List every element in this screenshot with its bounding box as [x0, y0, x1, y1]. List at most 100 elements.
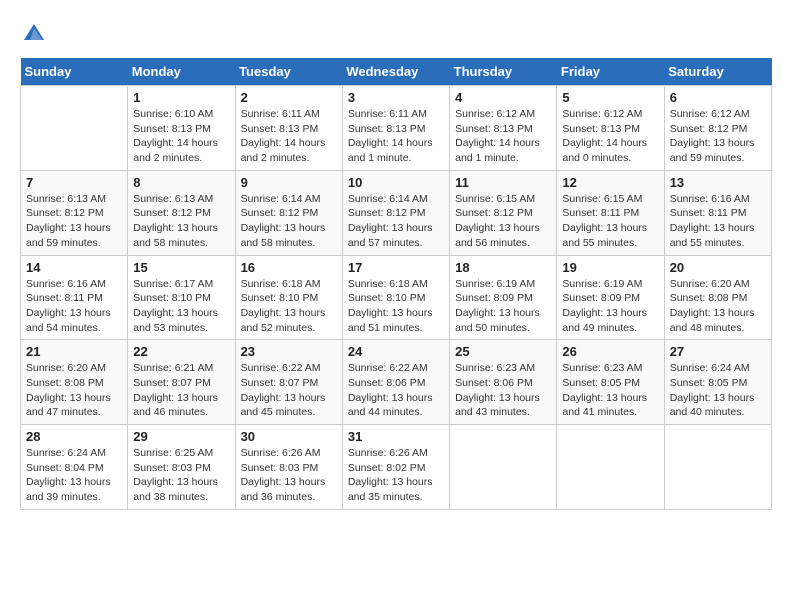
day-info: Sunrise: 6:26 AM Sunset: 8:03 PM Dayligh…	[241, 446, 337, 505]
calendar-cell: 6 Sunrise: 6:12 AM Sunset: 8:12 PM Daylig…	[664, 86, 771, 171]
calendar-header-friday: Friday	[557, 58, 664, 86]
day-number: 22	[133, 344, 229, 359]
calendar-cell: 26 Sunrise: 6:23 AM Sunset: 8:05 PM Dayli…	[557, 340, 664, 425]
day-number: 23	[241, 344, 337, 359]
day-number: 26	[562, 344, 658, 359]
calendar-cell: 17Sunrise: 6:18 AM Sunset: 8:10 PM Dayli…	[342, 255, 449, 340]
calendar-header-sunday: Sunday	[21, 58, 128, 86]
day-number: 1	[133, 90, 229, 105]
day-info: Sunrise: 6:11 AM Sunset: 8:13 PM Dayligh…	[348, 107, 444, 166]
day-info: Sunrise: 6:23 AM Sunset: 8:06 PM Dayligh…	[455, 361, 551, 420]
calendar-cell: 5 Sunrise: 6:12 AM Sunset: 8:13 PM Daylig…	[557, 86, 664, 171]
day-number: 21	[26, 344, 122, 359]
calendar-cell: 7 Sunrise: 6:13 AM Sunset: 8:12 PM Daylig…	[21, 170, 128, 255]
day-info: Sunrise: 6:20 AM Sunset: 8:08 PM Dayligh…	[26, 361, 122, 420]
logo-icon	[20, 20, 48, 48]
day-info: Sunrise: 6:17 AM Sunset: 8:10 PM Dayligh…	[133, 277, 229, 336]
day-number: 5	[562, 90, 658, 105]
day-info: Sunrise: 6:11 AM Sunset: 8:13 PM Dayligh…	[241, 107, 337, 166]
day-info: Sunrise: 6:16 AM Sunset: 8:11 PM Dayligh…	[26, 277, 122, 336]
day-info: Sunrise: 6:15 AM Sunset: 8:12 PM Dayligh…	[455, 192, 551, 251]
calendar-cell: 1 Sunrise: 6:10 AM Sunset: 8:13 PM Daylig…	[128, 86, 235, 171]
day-number: 3	[348, 90, 444, 105]
calendar-cell: 16 Sunrise: 6:18 AM Sunset: 8:10 PM Dayli…	[235, 255, 342, 340]
day-number: 17	[348, 260, 444, 275]
calendar-cell: 15 Sunrise: 6:17 AM Sunset: 8:10 PM Dayli…	[128, 255, 235, 340]
day-info: Sunrise: 6:16 AM Sunset: 8:11 PM Dayligh…	[670, 192, 766, 251]
calendar-week-4: 28 Sunrise: 6:24 AM Sunset: 8:04 PM Dayli…	[21, 425, 772, 510]
calendar-cell: 29 Sunrise: 6:25 AM Sunset: 8:03 PM Dayli…	[128, 425, 235, 510]
day-number: 20	[670, 260, 766, 275]
day-info: Sunrise: 6:15 AM Sunset: 8:11 PM Dayligh…	[562, 192, 658, 251]
calendar-cell: 28 Sunrise: 6:24 AM Sunset: 8:04 PM Dayli…	[21, 425, 128, 510]
calendar-cell: 31Sunrise: 6:26 AM Sunset: 8:02 PM Dayli…	[342, 425, 449, 510]
day-info: Sunrise: 6:24 AM Sunset: 8:04 PM Dayligh…	[26, 446, 122, 505]
calendar-header-saturday: Saturday	[664, 58, 771, 86]
calendar-week-3: 21 Sunrise: 6:20 AM Sunset: 8:08 PM Dayli…	[21, 340, 772, 425]
calendar-cell	[21, 86, 128, 171]
logo	[20, 20, 52, 48]
calendar-header-tuesday: Tuesday	[235, 58, 342, 86]
day-info: Sunrise: 6:14 AM Sunset: 8:12 PM Dayligh…	[241, 192, 337, 251]
calendar-week-2: 14 Sunrise: 6:16 AM Sunset: 8:11 PM Dayli…	[21, 255, 772, 340]
calendar-cell	[557, 425, 664, 510]
calendar-cell: 24 Sunrise: 6:22 AM Sunset: 8:06 PM Dayli…	[342, 340, 449, 425]
calendar-cell: 30 Sunrise: 6:26 AM Sunset: 8:03 PM Dayli…	[235, 425, 342, 510]
day-info: Sunrise: 6:14 AM Sunset: 8:12 PM Dayligh…	[348, 192, 444, 251]
day-info: Sunrise: 6:12 AM Sunset: 8:13 PM Dayligh…	[455, 107, 551, 166]
calendar-cell	[664, 425, 771, 510]
calendar-cell: 23Sunrise: 6:22 AM Sunset: 8:07 PM Dayli…	[235, 340, 342, 425]
day-number: 13	[670, 175, 766, 190]
calendar-cell	[450, 425, 557, 510]
day-info: Sunrise: 6:12 AM Sunset: 8:13 PM Dayligh…	[562, 107, 658, 166]
calendar-cell: 18Sunrise: 6:19 AM Sunset: 8:09 PM Dayli…	[450, 255, 557, 340]
calendar-cell: 8 Sunrise: 6:13 AM Sunset: 8:12 PM Daylig…	[128, 170, 235, 255]
day-number: 11	[455, 175, 551, 190]
calendar-cell: 13 Sunrise: 6:16 AM Sunset: 8:11 PM Dayli…	[664, 170, 771, 255]
calendar-week-1: 7 Sunrise: 6:13 AM Sunset: 8:12 PM Daylig…	[21, 170, 772, 255]
calendar-cell: 12Sunrise: 6:15 AM Sunset: 8:11 PM Dayli…	[557, 170, 664, 255]
calendar-cell: 27 Sunrise: 6:24 AM Sunset: 8:05 PM Dayli…	[664, 340, 771, 425]
day-number: 10	[348, 175, 444, 190]
day-info: Sunrise: 6:10 AM Sunset: 8:13 PM Dayligh…	[133, 107, 229, 166]
day-info: Sunrise: 6:22 AM Sunset: 8:06 PM Dayligh…	[348, 361, 444, 420]
day-number: 6	[670, 90, 766, 105]
day-number: 16	[241, 260, 337, 275]
calendar-cell: 20 Sunrise: 6:20 AM Sunset: 8:08 PM Dayli…	[664, 255, 771, 340]
day-number: 8	[133, 175, 229, 190]
calendar-cell: 14 Sunrise: 6:16 AM Sunset: 8:11 PM Dayli…	[21, 255, 128, 340]
calendar-cell: 19Sunrise: 6:19 AM Sunset: 8:09 PM Dayli…	[557, 255, 664, 340]
day-info: Sunrise: 6:21 AM Sunset: 8:07 PM Dayligh…	[133, 361, 229, 420]
day-number: 31	[348, 429, 444, 444]
day-number: 25	[455, 344, 551, 359]
calendar-header-thursday: Thursday	[450, 58, 557, 86]
day-number: 2	[241, 90, 337, 105]
calendar-cell: 21 Sunrise: 6:20 AM Sunset: 8:08 PM Dayli…	[21, 340, 128, 425]
day-info: Sunrise: 6:23 AM Sunset: 8:05 PM Dayligh…	[562, 361, 658, 420]
calendar-cell: 2 Sunrise: 6:11 AM Sunset: 8:13 PM Daylig…	[235, 86, 342, 171]
day-number: 24	[348, 344, 444, 359]
day-number: 18	[455, 260, 551, 275]
day-info: Sunrise: 6:13 AM Sunset: 8:12 PM Dayligh…	[26, 192, 122, 251]
day-number: 7	[26, 175, 122, 190]
day-number: 30	[241, 429, 337, 444]
day-number: 15	[133, 260, 229, 275]
day-number: 4	[455, 90, 551, 105]
day-number: 14	[26, 260, 122, 275]
day-info: Sunrise: 6:25 AM Sunset: 8:03 PM Dayligh…	[133, 446, 229, 505]
day-info: Sunrise: 6:13 AM Sunset: 8:12 PM Dayligh…	[133, 192, 229, 251]
day-info: Sunrise: 6:24 AM Sunset: 8:05 PM Dayligh…	[670, 361, 766, 420]
calendar-cell: 3 Sunrise: 6:11 AM Sunset: 8:13 PM Daylig…	[342, 86, 449, 171]
calendar-week-0: 1 Sunrise: 6:10 AM Sunset: 8:13 PM Daylig…	[21, 86, 772, 171]
day-info: Sunrise: 6:20 AM Sunset: 8:08 PM Dayligh…	[670, 277, 766, 336]
calendar-cell: 10 Sunrise: 6:14 AM Sunset: 8:12 PM Dayli…	[342, 170, 449, 255]
day-number: 29	[133, 429, 229, 444]
calendar-cell: 4 Sunrise: 6:12 AM Sunset: 8:13 PM Daylig…	[450, 86, 557, 171]
page-header	[20, 20, 772, 48]
calendar-cell: 22 Sunrise: 6:21 AM Sunset: 8:07 PM Dayli…	[128, 340, 235, 425]
calendar-table: SundayMondayTuesdayWednesdayThursdayFrid…	[20, 58, 772, 510]
day-number: 27	[670, 344, 766, 359]
day-number: 28	[26, 429, 122, 444]
day-info: Sunrise: 6:12 AM Sunset: 8:12 PM Dayligh…	[670, 107, 766, 166]
day-info: Sunrise: 6:18 AM Sunset: 8:10 PM Dayligh…	[241, 277, 337, 336]
